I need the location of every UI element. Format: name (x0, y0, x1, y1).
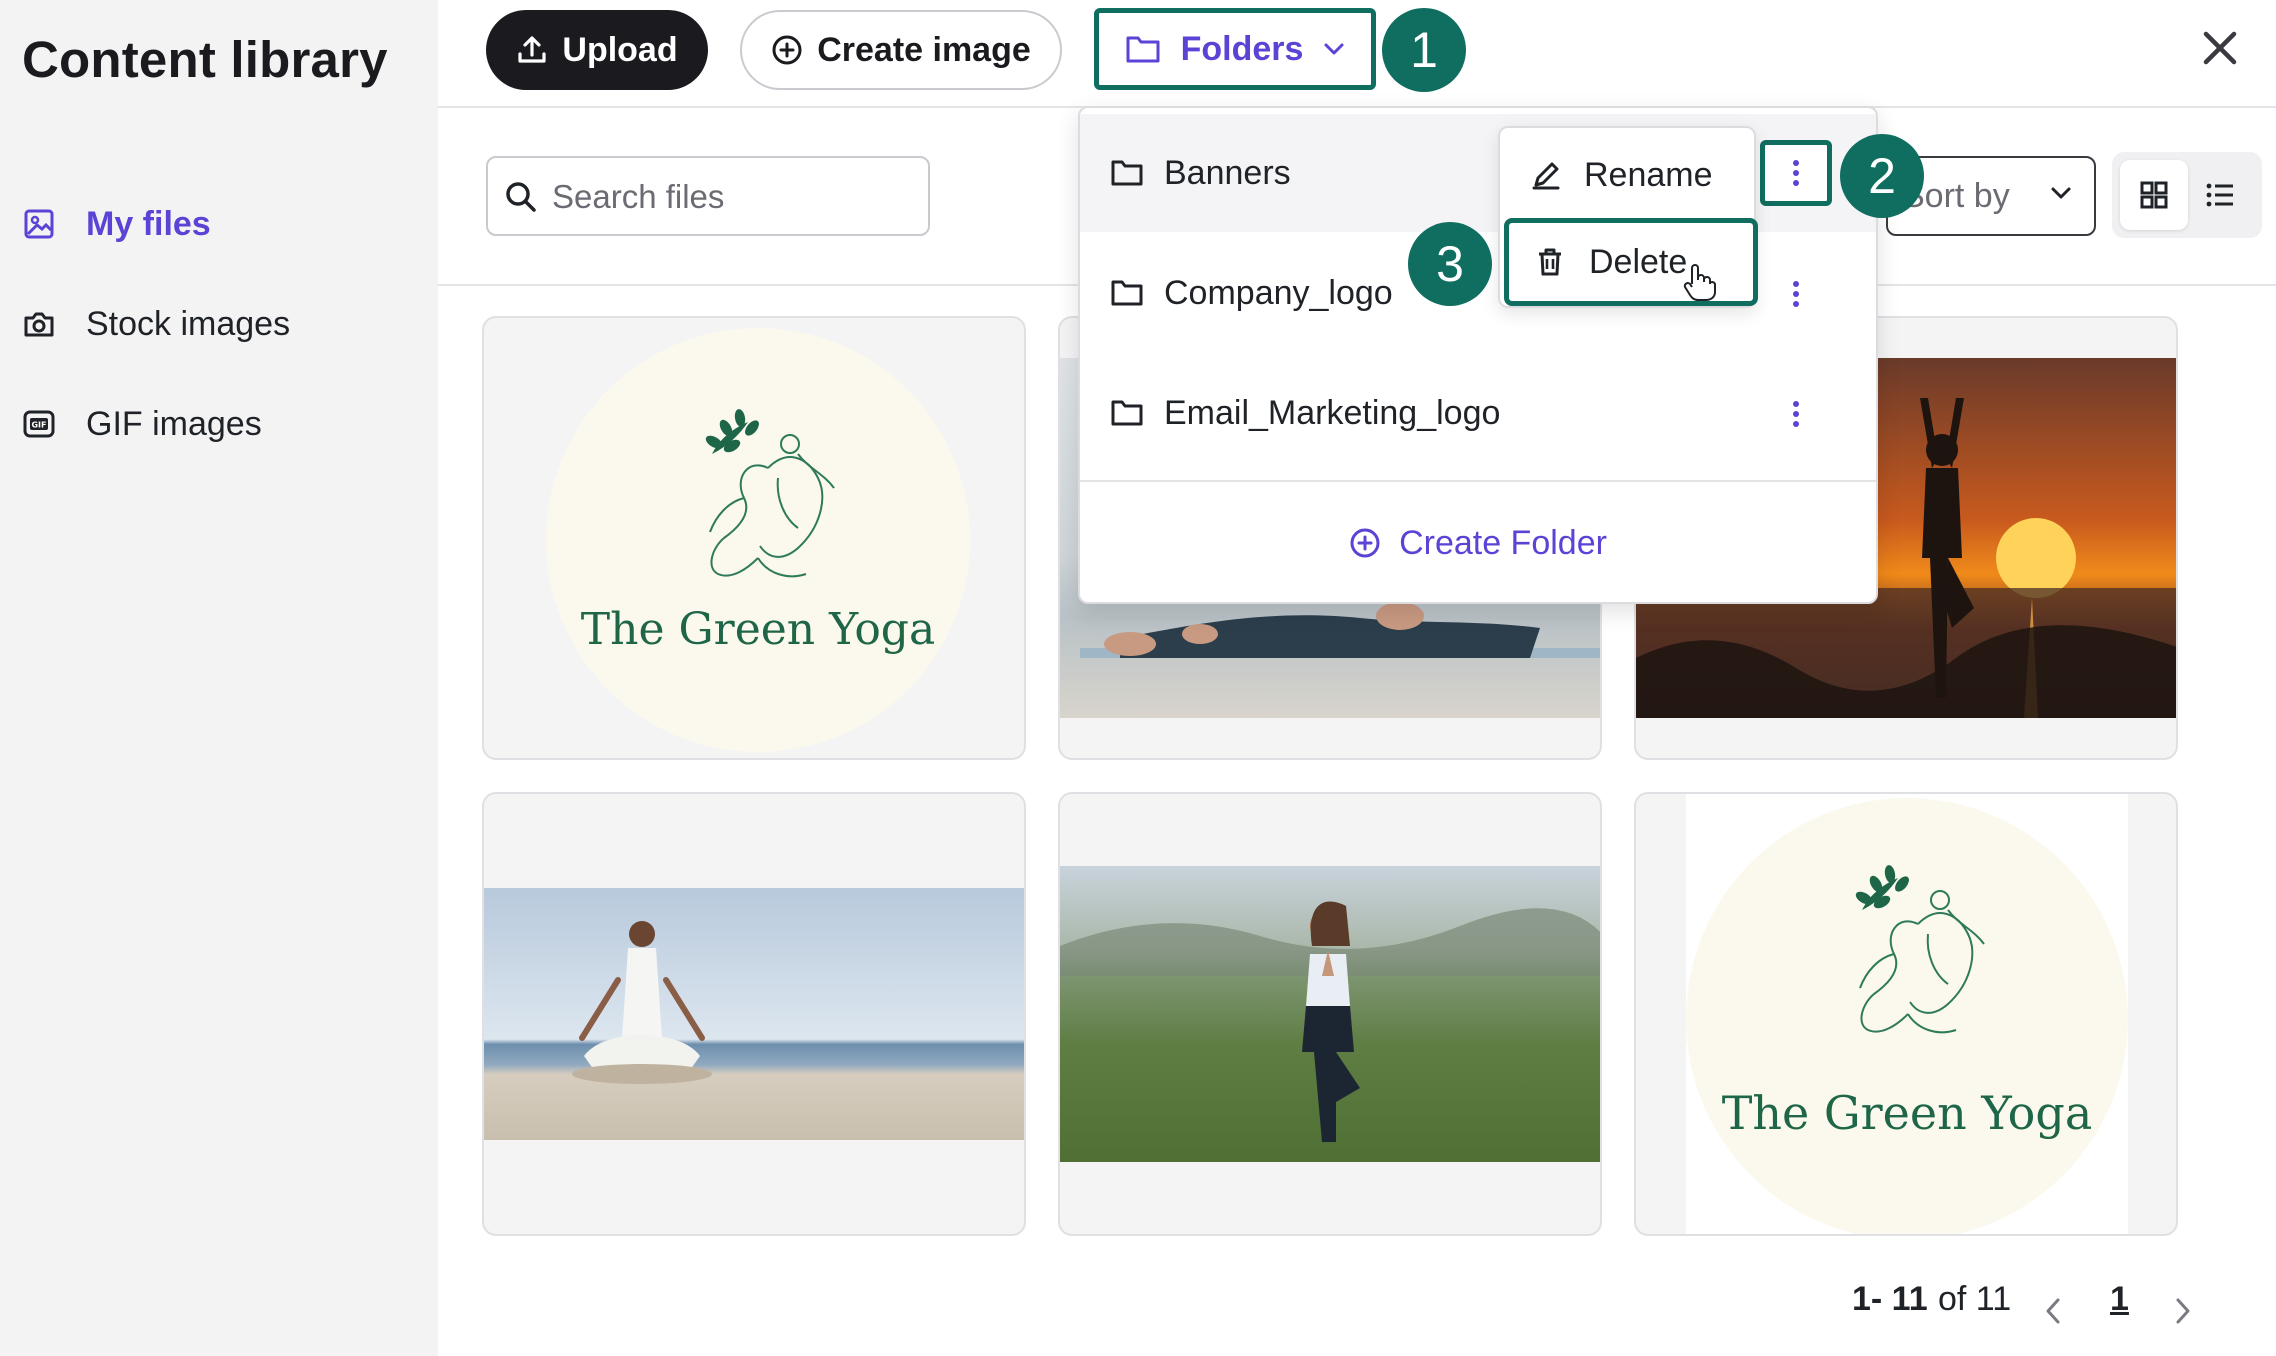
step-callout-1: 1 (1382, 8, 1466, 92)
yoga-logo-icon (705, 409, 835, 578)
sidebar-item-stock-images[interactable]: Stock images (0, 289, 438, 359)
folders-button[interactable]: Folders (1094, 8, 1376, 90)
sidebar-item-label: My files (86, 204, 211, 243)
svg-text:GIF: GIF (31, 421, 46, 430)
folder-icon (1111, 400, 1143, 426)
folder-item-banners[interactable]: Banners (1080, 114, 1876, 232)
more-options-icon[interactable] (1774, 264, 1818, 324)
grid-icon (2140, 181, 2168, 209)
gallery-card[interactable] (1058, 792, 1602, 1236)
step-callout-3: 3 (1408, 222, 1492, 306)
photo-thumbnail (484, 888, 1024, 1140)
pencil-icon (1532, 162, 1560, 190)
folder-icon (1111, 280, 1143, 306)
logo-text: The Green Yoga (580, 604, 936, 655)
folder-label: Banners (1164, 153, 1291, 192)
hand-cursor-icon (1683, 264, 1716, 301)
search-box (486, 156, 930, 236)
sidebar-item-label: Stock images (86, 304, 291, 343)
page-number[interactable]: 1 (2110, 1280, 2129, 1330)
folders-dropdown: Banners Company_logo Email_Marketing_log… (1078, 106, 1878, 604)
gallery-card[interactable]: The Green Yoga (1634, 792, 2178, 1236)
delete-label: Delete (1589, 242, 1688, 281)
view-toggle (2112, 152, 2262, 238)
chevron-left-icon[interactable] (2042, 1286, 2064, 1336)
upload-label: Upload (562, 30, 678, 69)
chevron-right-icon[interactable] (2172, 1286, 2194, 1336)
step-callout-2: 2 (1840, 134, 1924, 218)
trash-icon (1539, 248, 1561, 276)
create-image-button[interactable]: Create image (740, 10, 1062, 90)
gallery-card[interactable]: The Green Yoga (482, 316, 1026, 760)
rename-menu-item[interactable]: Rename (1500, 136, 1754, 214)
folder-label: Email_Marketing_logo (1164, 393, 1501, 432)
plus-circle-icon (1350, 528, 1380, 558)
create-image-label: Create image (817, 30, 1031, 69)
sidebar-item-my-files[interactable]: My files (0, 189, 438, 259)
yoga-logo-icon (1855, 865, 1985, 1034)
rename-label: Rename (1584, 155, 1713, 194)
yoga-beach-photo (572, 921, 712, 1084)
divider (1080, 480, 1876, 482)
sidebar-item-gif-images[interactable]: GIF GIF images (0, 389, 438, 459)
more-options-icon[interactable] (1760, 140, 1832, 206)
folder-item-email-marketing-logo[interactable]: Email_Marketing_logo (1080, 354, 1876, 472)
delete-menu-item[interactable]: Delete (1504, 218, 1758, 306)
yoga-meadow-photo (1060, 901, 1600, 1142)
chevron-down-icon (1324, 43, 1344, 55)
upload-icon (518, 36, 546, 63)
gallery-card[interactable] (482, 792, 1026, 1236)
sidebar: Content library My files Stock images GI… (0, 0, 438, 1356)
folder-context-menu: Rename Delete (1498, 126, 1758, 308)
close-icon[interactable] (2200, 28, 2240, 68)
sidebar-item-label: GIF images (86, 404, 262, 443)
logo-thumbnail: The Green Yoga (546, 328, 970, 752)
list-icon (2206, 183, 2233, 207)
folder-icon (1111, 160, 1143, 186)
folders-label: Folders (1180, 29, 1304, 68)
more-options-icon[interactable] (1774, 384, 1818, 444)
folder-icon (1126, 36, 1160, 63)
pagination-total: of 11 (1938, 1280, 2012, 1318)
grid-view-button[interactable] (2120, 160, 2188, 230)
image-icon (22, 207, 56, 241)
page-title: Content library (22, 31, 388, 88)
search-icon (506, 182, 536, 212)
camera-icon (22, 307, 56, 341)
pagination-range: 1- 11 (1852, 1280, 1928, 1318)
create-folder-button[interactable]: Create Folder (1080, 484, 1876, 602)
upload-button[interactable]: Upload (486, 10, 708, 90)
logo-thumbnail: The Green Yoga (1686, 798, 2128, 1234)
list-view-button[interactable] (2186, 160, 2254, 230)
chevron-down-icon (2051, 187, 2071, 199)
gif-icon: GIF (22, 407, 56, 441)
folder-label: Company_logo (1164, 273, 1393, 312)
logo-text: The Green Yoga (1721, 1086, 2093, 1140)
photo-thumbnail (1060, 866, 1600, 1162)
create-folder-label: Create Folder (1399, 523, 1607, 562)
plus-circle-icon (772, 35, 802, 65)
search-input[interactable] (552, 172, 912, 222)
